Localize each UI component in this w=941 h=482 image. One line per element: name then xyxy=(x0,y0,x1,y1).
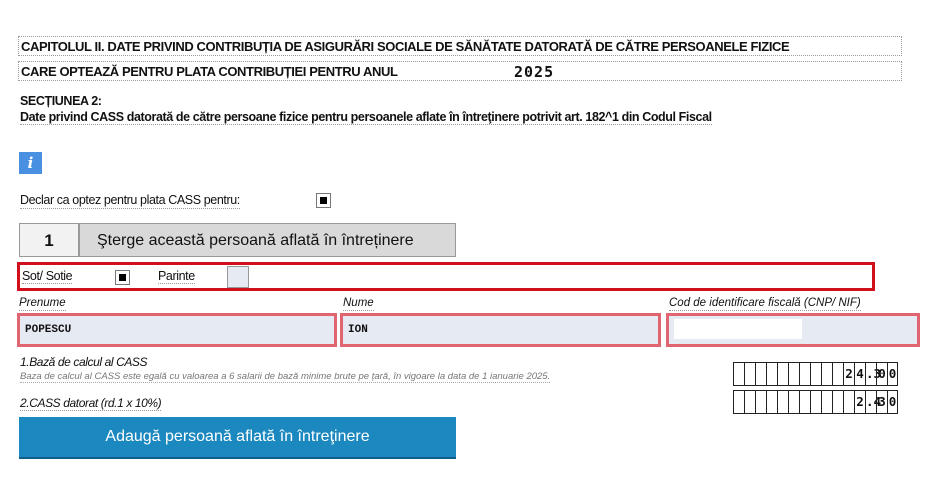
first-name-field[interactable]: POPESCU xyxy=(17,313,337,347)
digit-cell xyxy=(755,362,766,386)
digit-cell xyxy=(832,390,843,414)
spouse-label: Sot/ Sotie xyxy=(22,269,73,284)
declaration-label: Declar ca optez pentru plata CASS pentru… xyxy=(20,193,240,209)
digit-cell xyxy=(766,362,777,386)
first-name-label: Prenume xyxy=(19,297,66,311)
spouse-checkbox[interactable] xyxy=(115,270,130,285)
last-name-label: Nume xyxy=(343,297,374,311)
digit-cell xyxy=(821,362,832,386)
digit-cell xyxy=(744,390,755,414)
digit-cell: 3 xyxy=(876,390,887,414)
digit-cell: 2 xyxy=(843,362,854,386)
digit-cell xyxy=(788,362,799,386)
digit-cell xyxy=(777,362,788,386)
chapter-title-line2: CARE OPTEAZĂ PENTRU PLATA CONTRIBUȚIEI P… xyxy=(18,61,902,81)
digit-cell xyxy=(799,390,810,414)
calc-row1-note: Baza de calcul al CASS este egală cu val… xyxy=(20,371,551,383)
digit-cell: 4 xyxy=(854,362,865,386)
declaration-checkbox[interactable] xyxy=(316,193,331,208)
chapter-title-text: CAPITOLUL II. DATE PRIVIND CONTRIBUȚIA D… xyxy=(21,39,790,54)
cnp-label: Cod de identificare fiscală (CNP/ NIF) xyxy=(669,297,861,311)
digit-cell: .3 xyxy=(865,362,881,386)
digit-cell xyxy=(777,390,788,414)
digit-cell xyxy=(766,390,777,414)
digit-cell xyxy=(810,390,821,414)
digit-cell: .4 xyxy=(865,390,881,414)
chapter-title-text-2: CARE OPTEAZĂ PENTRU PLATA CONTRIBUȚIEI P… xyxy=(21,64,398,79)
digit-cell: 0 xyxy=(887,390,898,414)
digit-cell xyxy=(755,390,766,414)
delete-person-button[interactable]: Şterge această persoană aflată în întreț… xyxy=(79,223,456,257)
calc-row2-label: 2.CASS datorat (rd.1 x 10%) xyxy=(20,396,162,411)
last-name-field[interactable]: ION xyxy=(340,313,661,347)
chapter-title-line1: CAPITOLUL II. DATE PRIVIND CONTRIBUȚIA D… xyxy=(18,36,902,56)
digit-cell xyxy=(843,390,854,414)
digit-cell xyxy=(788,390,799,414)
digit-cell xyxy=(821,390,832,414)
section-subtitle: Date privind CASS datorată de către pers… xyxy=(20,110,712,125)
add-person-button[interactable]: Adaugă persoană aflată în întreţinere xyxy=(19,417,456,459)
digit-cell xyxy=(810,362,821,386)
relation-group xyxy=(17,262,875,291)
digit-cell: 2 xyxy=(854,390,865,414)
parent-checkbox[interactable] xyxy=(227,266,249,288)
person-number-tab: 1 xyxy=(19,223,79,257)
info-button[interactable]: i xyxy=(19,152,42,174)
cnp-redaction xyxy=(674,319,802,339)
parent-label: Parinte xyxy=(158,269,195,284)
digit-cell xyxy=(733,362,744,386)
info-icon: i xyxy=(27,154,34,172)
digit-cell: 0 xyxy=(887,362,898,386)
digit-cell xyxy=(733,390,744,414)
digit-cell xyxy=(744,362,755,386)
digit-cell xyxy=(799,362,810,386)
calc-row1-digits[interactable]: 2 4 .3 0 0 xyxy=(733,362,898,386)
digit-cell: 0 xyxy=(876,362,887,386)
digit-cell xyxy=(832,362,843,386)
year-value: 2025 xyxy=(514,63,555,81)
calc-row1-label: 1.Bază de calcul al CASS xyxy=(20,355,148,369)
calc-row2-digits[interactable]: 2 .4 3 0 xyxy=(733,390,898,414)
section-title: SECȚIUNEA 2: xyxy=(20,94,102,108)
